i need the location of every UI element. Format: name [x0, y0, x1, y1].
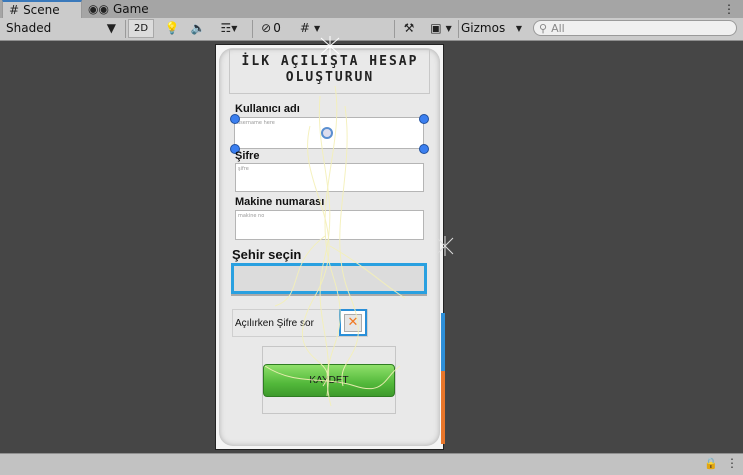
tab-game[interactable]: ◉◉ Game [82, 0, 158, 18]
gizmos-dropdown[interactable]: Gizmos ▼ [460, 19, 526, 38]
search-icon: ⚲ [539, 21, 548, 35]
more-options-icon[interactable]: ⋮ [726, 456, 738, 470]
particle-trail [329, 245, 406, 299]
search-placeholder: All [551, 21, 565, 35]
particle-trail [264, 365, 401, 390]
status-bar: 🔒 ⋮ [0, 453, 743, 475]
particle-trail [318, 95, 331, 397]
lighting-toggle-icon[interactable]: 💡 [160, 19, 184, 38]
dropdown-arrow-icon: ▼ [515, 24, 522, 33]
gamepad-icon: ◉◉ [88, 2, 109, 16]
tab-scene-label: Scene [23, 3, 60, 17]
toggle-2d-button[interactable]: 2D [128, 19, 154, 38]
particle-trail [339, 105, 359, 387]
lock-icon[interactable]: 🔒 [704, 457, 718, 470]
emitter-icon [320, 36, 340, 56]
shading-mode-value: Shaded [6, 21, 52, 35]
emitter-icon [436, 236, 454, 256]
dropdown-arrow-icon: ▼ [106, 21, 116, 35]
tab-game-label: Game [112, 2, 149, 16]
tab-scene[interactable]: # Scene [2, 0, 82, 18]
particle-trail [274, 235, 326, 307]
shading-mode-dropdown[interactable]: Shaded ▼ [2, 19, 122, 38]
hierarchy-search-input[interactable]: ⚲ All [533, 20, 737, 36]
audio-toggle-icon[interactable]: 🔈 [186, 19, 210, 38]
grid-icon: # [9, 3, 20, 17]
gizmos-label: Gizmos [461, 21, 506, 35]
particle-gizmo-overlay [264, 36, 454, 407]
toolbar-divider [458, 20, 459, 38]
more-options-icon[interactable]: ⋮ [723, 1, 735, 17]
toolbar-divider [125, 20, 126, 38]
editor-tab-bar: # Scene ◉◉ Game ⋮ [0, 0, 743, 19]
